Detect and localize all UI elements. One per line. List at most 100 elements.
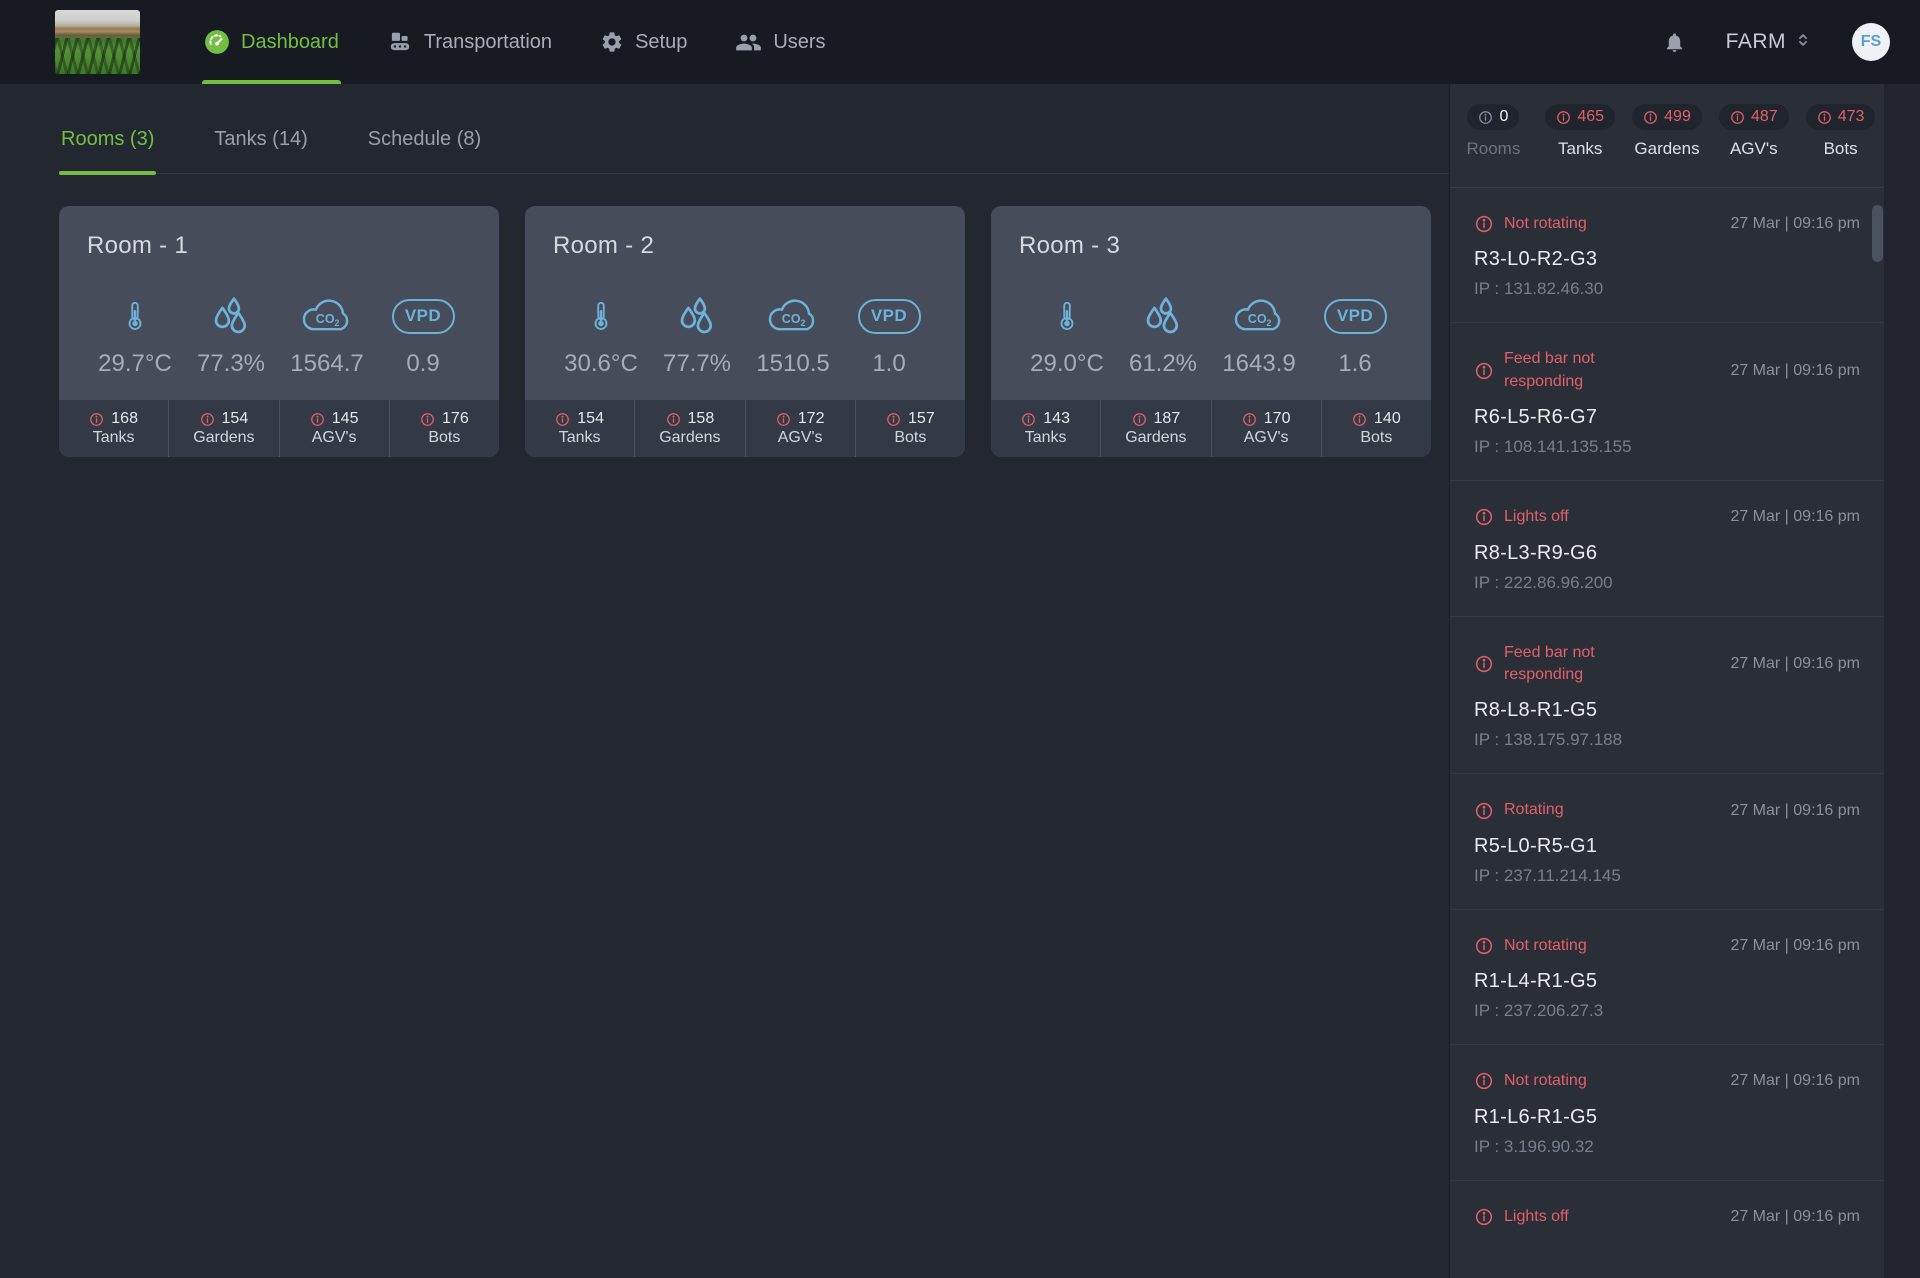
summary-count-badge[interactable]: 0	[1467, 104, 1519, 130]
room-title: Room - 1	[87, 232, 471, 260]
room-card[interactable]: Room - 1 29.7°C 77.3% CO2	[59, 206, 499, 457]
users-group-icon	[735, 29, 762, 56]
info-icon	[1730, 110, 1745, 125]
svg-text:CO2: CO2	[1248, 312, 1272, 328]
alert-list-item[interactable]: Not rotating 27 Mar | 09:16 pm R1-L4-R1-…	[1450, 909, 1884, 1044]
summary-count: 473	[1838, 108, 1865, 126]
alert-status-text: Lights off	[1504, 1206, 1569, 1228]
info-icon	[200, 412, 215, 427]
summary-count: 499	[1664, 108, 1691, 126]
info-icon	[310, 412, 325, 427]
notifications-bell-icon[interactable]	[1663, 31, 1686, 54]
tab-rooms[interactable]: Rooms (3)	[59, 124, 156, 173]
nav-item-label: Setup	[635, 31, 687, 54]
svg-text:CO2: CO2	[316, 312, 340, 328]
nav-item-label: Users	[773, 31, 825, 54]
alerts-sidebar: 0 Rooms 465 Tanks 499 Gardens 487 AGV's …	[1449, 84, 1884, 1278]
stat-gardens: 158 Gardens	[634, 400, 744, 457]
nav-item-transportation[interactable]: Transportation	[385, 0, 554, 84]
room-card[interactable]: Room - 3 29.0°C 61.2% CO2	[991, 206, 1431, 457]
nav-item-setup[interactable]: Setup	[598, 0, 689, 84]
summary-count-badge[interactable]: 487	[1719, 104, 1789, 130]
info-icon	[1643, 110, 1658, 125]
tab-schedule[interactable]: Schedule (8)	[366, 124, 483, 173]
metric-vpd: VPD 1.0	[841, 294, 937, 378]
thermometer-icon	[586, 294, 616, 338]
room-stats-row: 168 Tanks 154 Gardens 145 AGV's 176 Bots	[59, 400, 499, 457]
vpd-badge: VPD	[858, 294, 921, 338]
alerts-scrollbar-thumb[interactable]	[1872, 205, 1883, 262]
alert-list-item[interactable]: Lights off 27 Mar | 09:16 pm	[1450, 1180, 1884, 1264]
summary-count-badge[interactable]: 473	[1806, 104, 1876, 130]
metric-temperature: 29.7°C	[87, 294, 183, 378]
right-gutter	[1884, 84, 1920, 1278]
farm-selector-dropdown[interactable]: FARM	[1726, 30, 1812, 54]
summary-count: 465	[1577, 108, 1604, 126]
alert-list-item[interactable]: Not rotating 27 Mar | 09:16 pm R1-L6-R1-…	[1450, 1044, 1884, 1179]
alert-list-item[interactable]: Feed bar not responding 27 Mar | 09:16 p…	[1450, 322, 1884, 480]
room-metrics: 29.0°C 61.2% CO2 1643.9 VPD	[1019, 294, 1403, 378]
alert-head: Not rotating 27 Mar | 09:16 pm	[1474, 213, 1860, 235]
room-metrics: 30.6°C 77.7% CO2 1510.5 VPD	[553, 294, 937, 378]
alert-list-item[interactable]: Lights off 27 Mar | 09:16 pm R8-L3-R9-G6…	[1450, 480, 1884, 615]
alert-ip-address: IP : 108.141.135.155	[1474, 437, 1860, 457]
alert-device-id: R1-L4-R1-G5	[1474, 970, 1860, 993]
conveyor-icon	[387, 29, 413, 55]
nav-right-controls: FARM FS	[1663, 23, 1890, 61]
alert-timestamp: 27 Mar | 09:16 pm	[1730, 215, 1860, 233]
stat-agvs: 172 AGV's	[745, 400, 855, 457]
alert-ip-address: IP : 3.196.90.32	[1474, 1137, 1860, 1157]
alert-status-text: Lights off	[1504, 506, 1569, 528]
farm-logo[interactable]	[55, 10, 140, 74]
stat-label: Bots	[894, 429, 926, 447]
temperature-value: 29.0°C	[1030, 350, 1104, 378]
alert-ip-address: IP : 237.206.27.3	[1474, 1001, 1860, 1021]
metric-vpd: VPD 1.6	[1307, 294, 1403, 378]
tab-tanks[interactable]: Tanks (14)	[212, 124, 309, 173]
room-tabs: Rooms (3) Tanks (14) Schedule (8)	[59, 124, 1449, 174]
alert-status-text: Not rotating	[1504, 935, 1587, 957]
humidity-value: 77.3%	[197, 350, 265, 378]
room-stats-row: 143 Tanks 187 Gardens 170 AGV's 140 Bots	[991, 400, 1431, 457]
alert-timestamp: 27 Mar | 09:16 pm	[1730, 362, 1860, 380]
alert-info-icon	[1474, 936, 1494, 956]
room-cards-row: Room - 1 29.7°C 77.3% CO2	[59, 206, 1449, 457]
nav-item-users[interactable]: Users	[733, 0, 827, 84]
alert-head: Rotating 27 Mar | 09:16 pm	[1474, 799, 1860, 821]
summary-count-badge[interactable]: 465	[1545, 104, 1615, 130]
alert-list-item[interactable]: Not rotating 27 Mar | 09:16 pm R3-L0-R2-…	[1450, 188, 1884, 322]
stat-value: 157	[908, 410, 935, 428]
alert-device-id: R5-L0-R5-G1	[1474, 835, 1860, 858]
stat-value: 187	[1154, 410, 1181, 428]
alert-info-icon	[1474, 214, 1494, 234]
user-avatar[interactable]: FS	[1852, 23, 1890, 61]
room-stats-row: 154 Tanks 158 Gardens 172 AGV's 157 Bots	[525, 400, 965, 457]
stat-label: AGV's	[1244, 429, 1289, 447]
summary-label: Rooms	[1466, 139, 1520, 159]
info-icon	[776, 412, 791, 427]
summary-label: Tanks	[1558, 139, 1602, 159]
stat-value: 168	[111, 410, 138, 428]
alert-info-icon	[1474, 654, 1494, 674]
alert-list-item[interactable]: Rotating 27 Mar | 09:16 pm R5-L0-R5-G1 I…	[1450, 773, 1884, 908]
info-icon	[89, 412, 104, 427]
info-icon	[555, 412, 570, 427]
metric-co2: CO2 1564.7	[279, 294, 375, 378]
room-card-top: Room - 1 29.7°C 77.3% CO2	[59, 206, 499, 400]
stat-label: AGV's	[778, 429, 823, 447]
summary-count-badge[interactable]: 499	[1632, 104, 1702, 130]
co2-cloud-icon: CO2	[299, 294, 355, 338]
nav-item-dashboard[interactable]: Dashboard	[202, 0, 341, 84]
info-icon	[1242, 412, 1257, 427]
alerts-list: Not rotating 27 Mar | 09:16 pm R3-L0-R2-…	[1450, 188, 1884, 1278]
stat-agvs: 170 AGV's	[1211, 400, 1321, 457]
alert-info-icon	[1474, 361, 1494, 381]
stat-value: 176	[442, 410, 469, 428]
vpd-value: 0.9	[406, 350, 439, 378]
svg-text:CO2: CO2	[782, 312, 806, 328]
alert-ip-address: IP : 131.82.46.30	[1474, 279, 1860, 299]
stat-value: 154	[577, 410, 604, 428]
room-card[interactable]: Room - 2 30.6°C 77.7% CO2	[525, 206, 965, 457]
stat-label: Gardens	[659, 429, 720, 447]
alert-list-item[interactable]: Feed bar not responding 27 Mar | 09:16 p…	[1450, 616, 1884, 774]
